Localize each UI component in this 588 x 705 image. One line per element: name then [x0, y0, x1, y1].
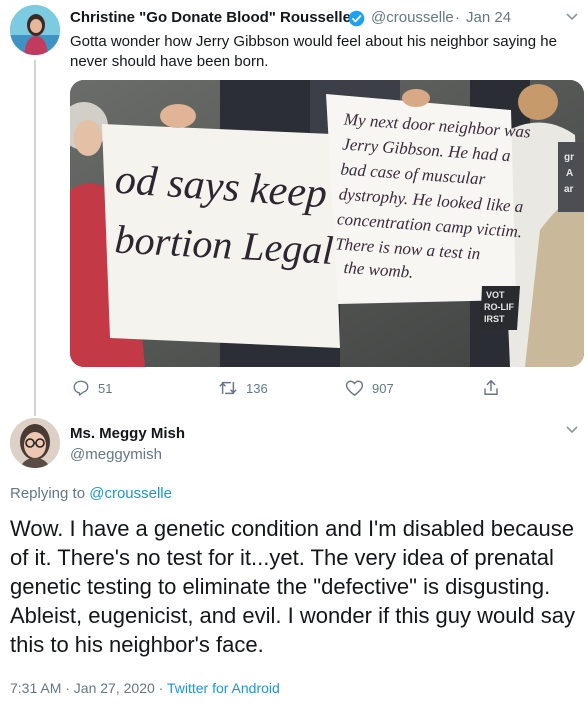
- author-handle[interactable]: @meggymish: [70, 446, 162, 463]
- sign-text: RO-LIF: [484, 302, 514, 312]
- retweet-icon: [219, 381, 237, 395]
- replying-to-label: Replying to: [10, 485, 86, 502]
- tweet-text-line: Gotta wonder how Jerry Gibbson would fee…: [70, 33, 557, 50]
- reply-icon: [73, 380, 89, 396]
- author-handle[interactable]: @crousselle: [371, 9, 454, 26]
- sign-text: gr: [564, 152, 574, 163]
- thread-connector-line: [34, 60, 36, 416]
- share-icon: [484, 380, 498, 395]
- chevron-down-icon[interactable]: [565, 425, 579, 435]
- retweet-action[interactable]: 136: [218, 379, 268, 397]
- sign-text: VOT: [486, 290, 505, 300]
- date-separator: ·: [455, 9, 460, 26]
- author-name[interactable]: Christine "Go Donate Blood" Rousselle: [70, 9, 351, 26]
- sign-text: A: [566, 168, 573, 179]
- tweet-text-line: never should have been born.: [70, 53, 269, 70]
- meta-separator: ·: [158, 680, 164, 696]
- heart-icon: [345, 380, 364, 396]
- share-action[interactable]: [482, 378, 508, 397]
- replying-to-link[interactable]: @crousselle: [89, 485, 172, 502]
- tweet-metadata: 7:31 AM · Jan 27, 2020 · Twitter for And…: [10, 680, 280, 696]
- sign-text: IRST: [484, 314, 505, 324]
- like-count: 907: [372, 380, 394, 396]
- tweet-timestamp[interactable]: 7:31 AM · Jan 27, 2020: [10, 680, 155, 696]
- avatar[interactable]: [10, 5, 60, 55]
- tweet-text: Wow. I have a genetic condition and I'm …: [10, 516, 575, 657]
- like-action[interactable]: 907: [345, 379, 394, 397]
- replying-to: Replying to @crousselle: [10, 485, 172, 502]
- reply-count: 51: [98, 380, 113, 396]
- avatar[interactable]: [10, 418, 60, 468]
- tweet-photo[interactable]: od says keep bortion Legal My next door …: [70, 80, 584, 367]
- protest-photo-illustration: od says keep bortion Legal My next door …: [70, 80, 584, 367]
- retweet-count: 136: [246, 380, 268, 396]
- tweet-text: Gotta wonder how Jerry Gibbson would fee…: [70, 32, 580, 72]
- sign-text: ar: [564, 184, 574, 195]
- avatar-image: [10, 418, 60, 468]
- author-name[interactable]: Ms. Meggy Mish: [70, 425, 185, 442]
- chevron-down-icon[interactable]: [565, 12, 579, 22]
- verified-badge-icon: [348, 10, 365, 27]
- reply-action[interactable]: 51: [72, 379, 112, 397]
- tweet-date[interactable]: Jan 24: [466, 9, 511, 26]
- avatar-image: [10, 5, 60, 55]
- tweet-source-link[interactable]: Twitter for Android: [167, 680, 280, 696]
